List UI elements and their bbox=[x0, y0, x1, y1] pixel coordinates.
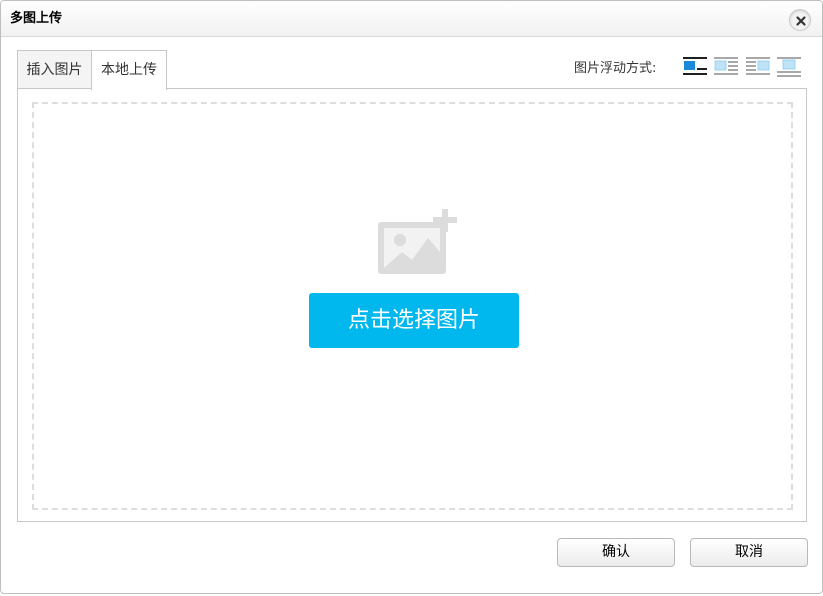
dialog-titlebar: 多图上传 bbox=[1, 1, 822, 37]
add-image-icon bbox=[378, 208, 457, 274]
multi-image-upload-dialog: 多图上传 插入图片 本地上传 图片浮动方式: 点击选择图片 确认 取消 bbox=[0, 0, 823, 594]
close-icon bbox=[796, 16, 806, 26]
upload-panel: 点击选择图片 bbox=[17, 88, 807, 522]
close-button[interactable] bbox=[789, 9, 811, 31]
float-center-icon[interactable] bbox=[777, 56, 801, 78]
choose-image-button[interactable]: 点击选择图片 bbox=[309, 293, 519, 348]
float-none-icon[interactable] bbox=[683, 56, 707, 78]
float-left-icon[interactable] bbox=[714, 56, 738, 78]
dialog-title: 多图上传 bbox=[10, 11, 63, 26]
tab-local-upload[interactable]: 本地上传 bbox=[91, 50, 167, 90]
tab-insert-image[interactable]: 插入图片 bbox=[17, 50, 92, 89]
confirm-button[interactable]: 确认 bbox=[557, 538, 675, 567]
float-right-icon[interactable] bbox=[746, 56, 770, 78]
drop-zone[interactable]: 点击选择图片 bbox=[32, 102, 793, 510]
cancel-button[interactable]: 取消 bbox=[690, 538, 808, 567]
float-mode-label: 图片浮动方式: bbox=[574, 61, 657, 76]
